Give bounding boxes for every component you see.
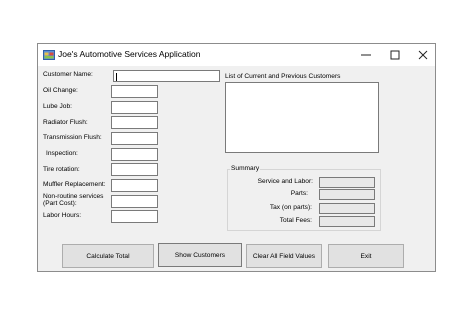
exit-button[interactable]: Exit [328, 244, 404, 268]
customers-listbox[interactable] [225, 82, 379, 153]
maximize-icon [390, 50, 400, 60]
non-routine-services-input[interactable] [111, 195, 158, 208]
tax-on-parts-output [319, 203, 375, 214]
oil-change-input[interactable] [111, 85, 158, 98]
window-title: Joe's Automotive Services Application [58, 49, 201, 59]
lube-job-label: Lube Job: [43, 103, 72, 110]
minimize-button[interactable] [352, 44, 380, 66]
labor-hours-label: Labor Hours: [43, 212, 82, 219]
app-icon [43, 50, 55, 60]
labor-hours-input[interactable] [111, 210, 158, 223]
service-and-labor-output [319, 177, 375, 188]
oil-change-label: Oil Change: [43, 87, 78, 94]
parts-label: Parts: [290, 190, 308, 197]
total-fees-output [319, 216, 375, 227]
customers-list-label: List of Current and Previous Customers [225, 73, 341, 80]
summary-group-label: Summary [230, 165, 261, 173]
radiator-flush-input[interactable] [111, 116, 158, 129]
show-customers-button[interactable]: Show Customers [158, 243, 242, 267]
inspection-input[interactable] [111, 148, 158, 161]
tire-rotation-label: Tire rotation: [43, 166, 80, 173]
total-fees-label: Total Fees: [279, 217, 312, 224]
radiator-flush-label: Radiator Flush: [43, 119, 88, 126]
transmission-flush-label: Transmission Flush: [43, 134, 102, 141]
text-caret [116, 73, 117, 81]
close-button[interactable] [409, 44, 437, 66]
calculate-total-button[interactable]: Calculate Total [62, 244, 154, 268]
service-and-labor-label: Service and Labor: [257, 178, 313, 185]
muffler-replacement-label: Muffler Replacement: [43, 181, 106, 188]
clear-all-fields-button[interactable]: Clear All Field Values [246, 244, 322, 268]
muffler-replacement-input[interactable] [111, 179, 158, 192]
tax-on-parts-label: Tax (on parts): [269, 204, 312, 211]
transmission-flush-input[interactable] [111, 132, 158, 145]
app-window: Joe's Automotive Services Application Cu… [37, 43, 436, 272]
parts-output [319, 189, 375, 200]
inspection-label: Inspection: [46, 150, 78, 157]
maximize-button[interactable] [381, 44, 409, 66]
title-bar[interactable]: Joe's Automotive Services Application [38, 44, 435, 66]
tire-rotation-input[interactable] [111, 163, 158, 176]
customer-name-label: Customer Name: [43, 71, 93, 78]
minimize-icon [361, 54, 371, 56]
close-icon [418, 50, 428, 60]
lube-job-input[interactable] [111, 101, 158, 114]
non-routine-services-label: Non-routine services (Part Cost): [43, 193, 104, 207]
customer-name-input[interactable] [113, 70, 220, 82]
